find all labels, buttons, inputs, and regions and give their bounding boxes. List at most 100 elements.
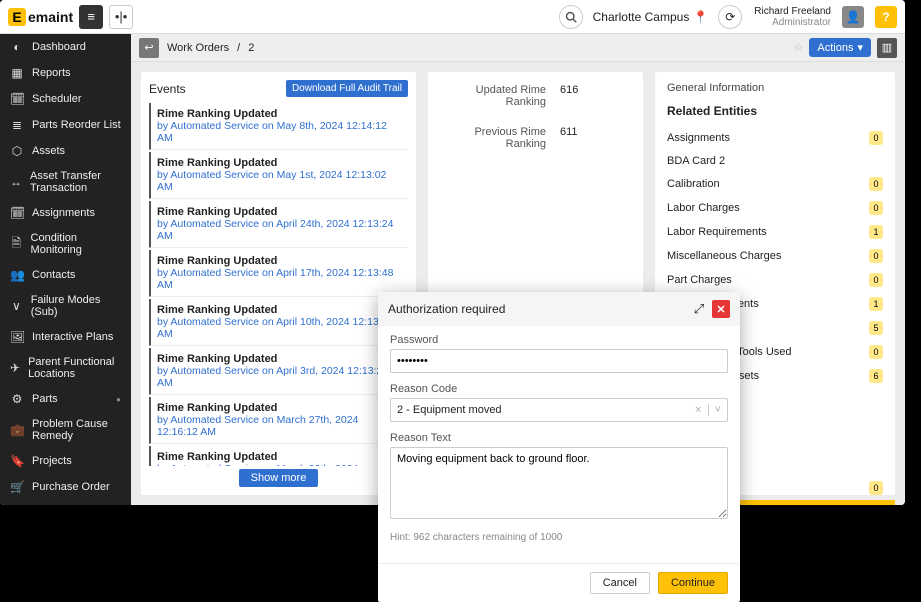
rail-item-labor-charges[interactable]: Labor Charges0 (655, 196, 895, 220)
rail-item-label: Part Charges (667, 274, 732, 286)
nav-icon: ▦ (10, 66, 24, 80)
event-item[interactable]: Rime Ranking Updatedby Automated Service… (149, 201, 408, 248)
avatar[interactable]: 👤 (842, 6, 864, 28)
previous-rime-label: Previous Rime Ranking (440, 126, 560, 150)
rail-item-miscellaneous-charges[interactable]: Miscellaneous Charges0 (655, 244, 895, 268)
password-label: Password (390, 334, 728, 346)
nav-indicator-icon: ● (116, 395, 121, 404)
breadcrumb-root[interactable]: Work Orders (167, 42, 229, 54)
back-button[interactable]: ↩ (139, 38, 159, 58)
event-meta: by Automated Service on April 10th, 2024… (157, 316, 402, 340)
modal-expand-button[interactable]: ⤢ (690, 300, 708, 318)
nav-icon: 🖼 (10, 330, 24, 344)
nav-icon: 🗓 (10, 206, 24, 220)
reason-code-select[interactable]: 2 - Equipment moved × ˅ (390, 398, 728, 422)
chevron-down-icon: ▾ (857, 41, 863, 54)
chevron-down-icon[interactable]: ˅ (715, 404, 721, 416)
campus-selector[interactable]: Charlotte Campus 📍 (589, 10, 713, 24)
breadcrumb-id: 2 (248, 42, 254, 54)
show-more-button[interactable]: Show more (239, 469, 319, 487)
sidebar-item-purchase-order[interactable]: 🛒Purchase Order (0, 474, 131, 500)
download-audit-button[interactable]: Download Full Audit Trail (286, 80, 408, 97)
event-item[interactable]: Rime Ranking Updatedby Automated Service… (149, 152, 408, 199)
user-role: Administrator (772, 17, 831, 28)
nav-icon: ≣ (10, 118, 24, 132)
count-badge: 0 (869, 481, 883, 495)
sidebar-item-reports[interactable]: ▦Reports (0, 60, 131, 86)
event-title: Rime Ranking Updated (157, 402, 402, 414)
cancel-button[interactable]: Cancel (590, 572, 650, 594)
sidebar-item-assets[interactable]: ⬡Assets (0, 138, 131, 164)
reason-code-value: 2 - Equipment moved (397, 404, 502, 416)
clear-icon[interactable]: × (695, 404, 701, 416)
sidebar-item-projects[interactable]: 🔖Projects (0, 448, 131, 474)
sidebar-item-assignments[interactable]: 🗓Assignments (0, 200, 131, 226)
nav-icon: 👥 (10, 268, 24, 282)
nav-label: Problem Cause Remedy (32, 418, 121, 442)
reason-text-input[interactable] (390, 447, 728, 519)
sidebar-item-dashboard[interactable]: ◐Dashboard (0, 34, 131, 60)
sidebar-item-contacts[interactable]: 👥Contacts (0, 262, 131, 288)
nav-label: Purchase Order (32, 481, 110, 493)
nav-icon: 🔖 (10, 454, 24, 468)
rail-item-labor-requirements[interactable]: Labor Requirements1 (655, 220, 895, 244)
updated-rime-value: 616 (560, 84, 578, 96)
sidebar-item-interactive-plans[interactable]: 🖼Interactive Plans (0, 324, 131, 350)
event-meta: by Automated Service on April 3rd, 2024 … (157, 365, 402, 389)
password-input[interactable] (390, 349, 728, 373)
sidebar-item-parts-reorder-list[interactable]: ≣Parts Reorder List (0, 112, 131, 138)
breadcrumb-sep: / (237, 42, 240, 54)
rail-item-part-charges[interactable]: Part Charges 0 (655, 268, 895, 292)
sidebar-item-asset-transfer-transaction[interactable]: ↔Asset Transfer Transaction (0, 164, 131, 200)
menu-toggle-button[interactable]: ≡ (79, 5, 103, 29)
rail-item-label: Labor Charges (667, 202, 740, 214)
event-item[interactable]: Rime Ranking Updatedby Automated Service… (149, 348, 408, 395)
user-block[interactable]: Richard Freeland Administrator (754, 6, 831, 28)
general-information-link[interactable]: General Information (655, 78, 895, 98)
event-item[interactable]: Rime Ranking Updatedby Automated Service… (149, 103, 408, 150)
event-item[interactable]: Rime Ranking Updatedby Automated Service… (149, 397, 408, 444)
campus-name: Charlotte Campus (593, 10, 690, 24)
nav-icon: ⚙ (10, 392, 24, 406)
rail-item-bda-card-2[interactable]: BDA Card 2 (655, 150, 895, 172)
sidebar-item-parts[interactable]: ⚙Parts● (0, 386, 131, 412)
actions-label: Actions (817, 42, 853, 54)
refresh-button[interactable]: ⟳ (718, 5, 742, 29)
event-title: Rime Ranking Updated (157, 108, 402, 120)
select-divider (708, 404, 709, 416)
rail-item-calibration[interactable]: Calibration0 (655, 172, 895, 196)
count-badge: 0 (869, 273, 883, 287)
help-button[interactable]: ? (875, 6, 897, 28)
count-badge: 0 (869, 249, 883, 263)
search-button[interactable] (559, 5, 583, 29)
nav-icon: ∨ (10, 299, 23, 313)
nav-icon: 🗓 (10, 92, 24, 106)
event-meta: by Automated Service on April 17th, 2024… (157, 267, 402, 291)
related-entities-heading: Related Entities (655, 98, 895, 126)
sidebar: ◐Dashboard▦Reports🗓Scheduler≣Parts Reord… (0, 34, 131, 505)
nav-icon: ◐ (10, 40, 24, 54)
event-title: Rime Ranking Updated (157, 304, 402, 316)
modal-close-button[interactable]: ✕ (712, 300, 730, 318)
event-title: Rime Ranking Updated (157, 206, 402, 218)
continue-button[interactable]: Continue (658, 572, 728, 594)
sidebar-item-failure-modes-sub-[interactable]: ∨ Failure Modes (Sub) (0, 288, 131, 324)
authorization-modal: Authorization required ⤢ ✕ Password Reas… (378, 292, 740, 602)
actions-dropdown[interactable]: Actions ▾ (809, 38, 871, 57)
nav-label: Asset Transfer Transaction (30, 170, 121, 194)
more-button[interactable]: ▥ (877, 38, 897, 58)
sidebar-item-parent-functional-locations[interactable]: ✈Parent Functional Locations (0, 350, 131, 386)
sidebar-item-condition-monitoring[interactable]: 🗎Condition Monitoring (0, 226, 131, 262)
favorite-star-icon[interactable]: ☆ (794, 41, 804, 54)
collapse-button[interactable]: •|• (109, 5, 133, 29)
nav-label: Failure Modes (Sub) (31, 294, 121, 318)
sidebar-item-scheduler[interactable]: 🗓Scheduler (0, 86, 131, 112)
event-title: Rime Ranking Updated (157, 157, 402, 169)
logo[interactable]: E emaint (8, 8, 73, 26)
event-item[interactable]: Rime Ranking Updatedby Automated Service… (149, 250, 408, 297)
rail-item-assignments[interactable]: Assignments0 (655, 126, 895, 150)
event-item[interactable]: Rime Ranking Updatedby Automated Service… (149, 299, 408, 346)
sidebar-item-problem-cause-remedy[interactable]: 💼Problem Cause Remedy (0, 412, 131, 448)
sidebar-item-shipping-addresses[interactable]: 🚚Shipping Addresses (0, 500, 131, 505)
event-item[interactable]: Rime Ranking Updatedby Automated Service… (149, 446, 408, 466)
